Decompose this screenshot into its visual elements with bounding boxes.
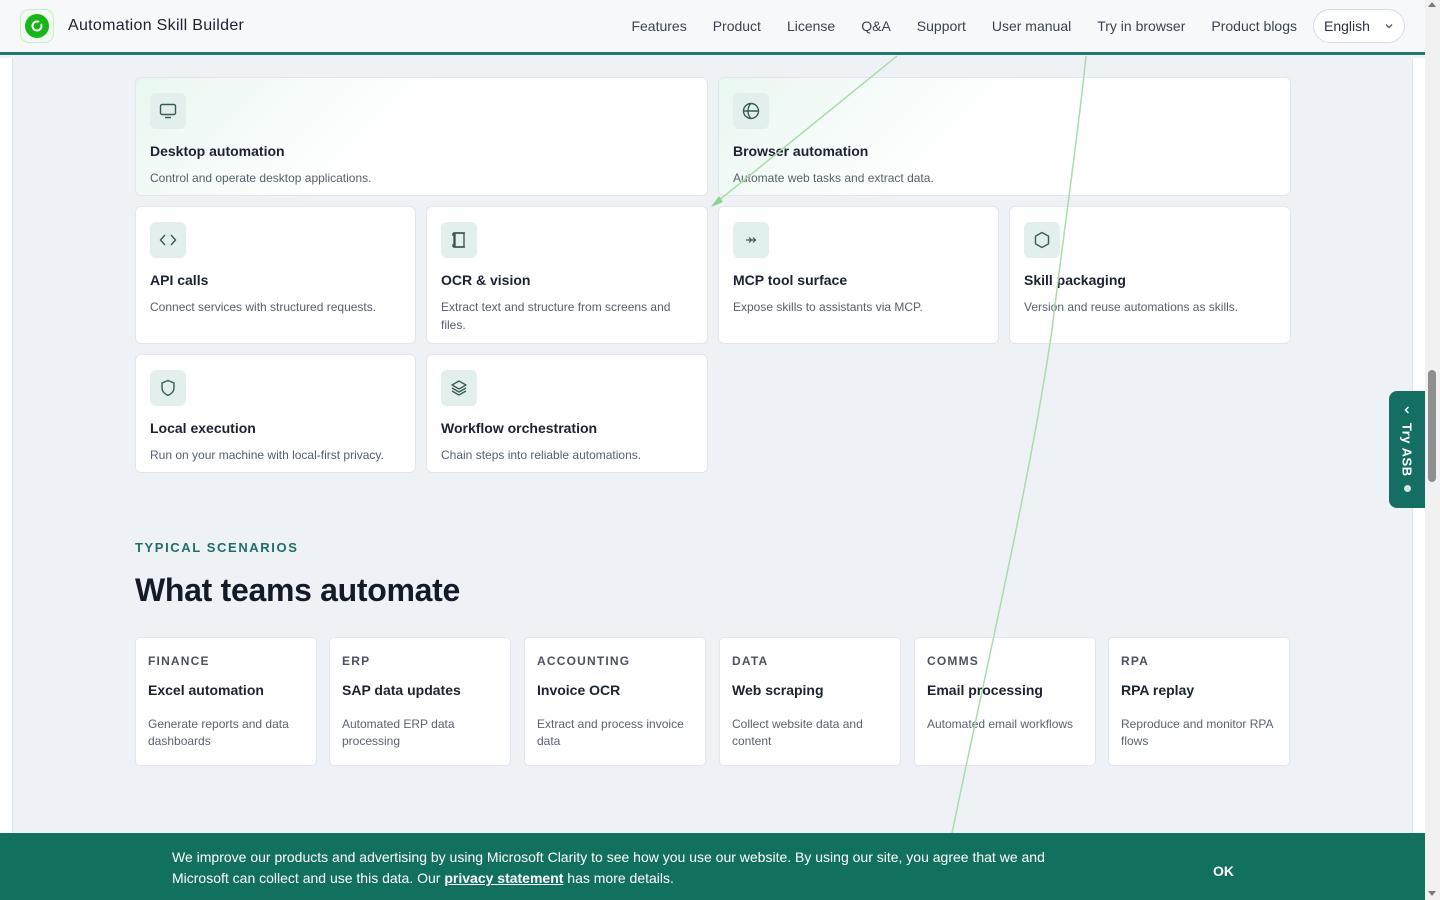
scenario-category: ERP bbox=[342, 654, 371, 668]
cookie-ok-button[interactable]: OK bbox=[1213, 863, 1234, 879]
page-scrollbar[interactable] bbox=[1425, 0, 1440, 900]
scenario-desc: Collect website data and content bbox=[732, 717, 863, 748]
section-title: What teams automate bbox=[135, 572, 461, 608]
capability-card-mcp[interactable]: MCP tool surface Expose skills to assist… bbox=[718, 206, 999, 344]
capability-title: Browser automation bbox=[733, 143, 869, 159]
capability-desc: Run on your machine with local-first pri… bbox=[150, 448, 384, 462]
logo-mark-icon bbox=[25, 14, 49, 38]
nav-support[interactable]: Support bbox=[917, 18, 966, 34]
left-page-border bbox=[0, 58, 13, 900]
monitor-icon bbox=[150, 93, 186, 129]
scroll-up-arrow-icon[interactable] bbox=[1428, 2, 1436, 7]
scenario-title: Excel automation bbox=[148, 682, 264, 698]
scenario-card-finance[interactable]: FINANCE Excel automation Generate report… bbox=[135, 637, 317, 766]
nav-try-in-browser[interactable]: Try in browser bbox=[1097, 18, 1185, 34]
scenario-category: COMMS bbox=[927, 654, 979, 668]
nav-user-manual[interactable]: User manual bbox=[992, 18, 1071, 34]
nav-features[interactable]: Features bbox=[631, 18, 686, 34]
scenario-title: SAP data updates bbox=[342, 682, 461, 698]
capability-card-workflow[interactable]: Workflow orchestration Chain steps into … bbox=[426, 354, 708, 473]
scenario-card-rpa[interactable]: RPA RPA replay Reproduce and monitor RPA… bbox=[1108, 637, 1290, 766]
capability-card-browser[interactable]: Browser automation Automate web tasks an… bbox=[718, 77, 1291, 196]
privacy-statement-link[interactable]: privacy statement bbox=[444, 870, 563, 886]
scenario-desc: Extract and process invoice data bbox=[537, 717, 684, 748]
cookie-text: We improve our products and advertising … bbox=[172, 847, 1072, 889]
try-asb-side-tab[interactable]: Try ASB bbox=[1389, 391, 1425, 508]
language-select[interactable]: English bbox=[1313, 9, 1405, 43]
scenario-desc: Generate reports and data dashboards bbox=[148, 717, 289, 748]
scenario-title: Web scraping bbox=[732, 682, 824, 698]
scenario-title: RPA replay bbox=[1121, 682, 1195, 698]
capability-card-api[interactable]: API calls Connect services with structur… bbox=[135, 206, 416, 344]
site-header: Automation Skill Builder Features Produc… bbox=[0, 0, 1425, 55]
capability-title: Local execution bbox=[150, 420, 256, 436]
scenario-desc: Reproduce and monitor RPA flows bbox=[1121, 717, 1273, 748]
scenario-card-data[interactable]: DATA Web scraping Collect website data a… bbox=[719, 637, 901, 766]
scenario-card-accounting[interactable]: ACCOUNTING Invoice OCR Extract and proce… bbox=[524, 637, 706, 766]
capability-desc: Connect services with structured request… bbox=[150, 300, 377, 314]
capability-desc: Expose skills to assistants via MCP. bbox=[733, 300, 923, 314]
capability-card-skill[interactable]: Skill packaging Version and reuse automa… bbox=[1009, 206, 1291, 344]
scenario-title: Email processing bbox=[927, 682, 1043, 698]
language-value: English bbox=[1324, 18, 1370, 34]
layers-icon bbox=[441, 370, 477, 406]
nav-license[interactable]: License bbox=[787, 18, 835, 34]
chevron-down-icon bbox=[1385, 24, 1393, 29]
status-dot-icon bbox=[1403, 484, 1411, 492]
logo[interactable] bbox=[20, 9, 54, 43]
side-tab-label: Try ASB bbox=[1399, 423, 1415, 477]
capability-desc: Control and operate desktop applications… bbox=[150, 171, 372, 185]
capability-title: API calls bbox=[150, 272, 209, 288]
capability-title: Workflow orchestration bbox=[441, 420, 598, 436]
capability-card-local[interactable]: Local execution Run on your machine with… bbox=[135, 354, 416, 473]
capability-title: Desktop automation bbox=[150, 143, 285, 159]
section-label: TYPICAL SCENARIOS bbox=[135, 540, 299, 555]
main-nav: Features Product License Q&A Support Use… bbox=[631, 18, 1297, 34]
capability-card-ocr[interactable]: OCR & vision Extract text and structure … bbox=[426, 206, 708, 344]
capability-title: Skill packaging bbox=[1024, 272, 1126, 288]
scenario-category: FINANCE bbox=[148, 654, 210, 668]
hexagon-icon bbox=[1024, 222, 1060, 258]
cookie-text-after: has more details. bbox=[563, 870, 674, 886]
scenario-category: ACCOUNTING bbox=[537, 654, 631, 668]
cookie-banner: We improve our products and advertising … bbox=[0, 833, 1425, 900]
scroll-down-arrow-icon[interactable] bbox=[1428, 891, 1436, 896]
capability-title: MCP tool surface bbox=[733, 272, 848, 288]
capability-card-desktop[interactable]: Desktop automation Control and operate d… bbox=[135, 77, 708, 196]
scan-icon bbox=[441, 222, 477, 258]
brand-name[interactable]: Automation Skill Builder bbox=[68, 17, 244, 35]
capability-title: OCR & vision bbox=[441, 272, 531, 288]
scenario-desc: Automated ERP data processing bbox=[342, 717, 455, 748]
scroll-thumb[interactable] bbox=[1428, 370, 1436, 482]
scenario-category: RPA bbox=[1121, 654, 1150, 668]
scenario-card-erp[interactable]: ERP SAP data updates Automated ERP data … bbox=[329, 637, 511, 766]
scenario-card-comms[interactable]: COMMS Email processing Automated email w… bbox=[914, 637, 1096, 766]
shield-icon bbox=[150, 370, 186, 406]
nav-product[interactable]: Product bbox=[713, 18, 761, 34]
scenario-category: DATA bbox=[732, 654, 769, 668]
capability-desc: Version and reuse automations as skills. bbox=[1024, 300, 1239, 314]
capability-desc: Extract text and structure from screens … bbox=[441, 300, 671, 332]
capability-desc: Chain steps into reliable automations. bbox=[441, 448, 642, 462]
globe-icon bbox=[733, 93, 769, 129]
capability-desc: Automate web tasks and extract data. bbox=[733, 171, 934, 185]
plug-icon bbox=[733, 222, 769, 258]
nav-qa[interactable]: Q&A bbox=[861, 18, 891, 34]
scenario-title: Invoice OCR bbox=[537, 682, 621, 698]
chevron-left-icon bbox=[1404, 406, 1409, 414]
nav-product-blogs[interactable]: Product blogs bbox=[1211, 18, 1297, 34]
scenario-desc: Automated email workflows bbox=[927, 717, 1074, 731]
code-icon bbox=[150, 222, 186, 258]
